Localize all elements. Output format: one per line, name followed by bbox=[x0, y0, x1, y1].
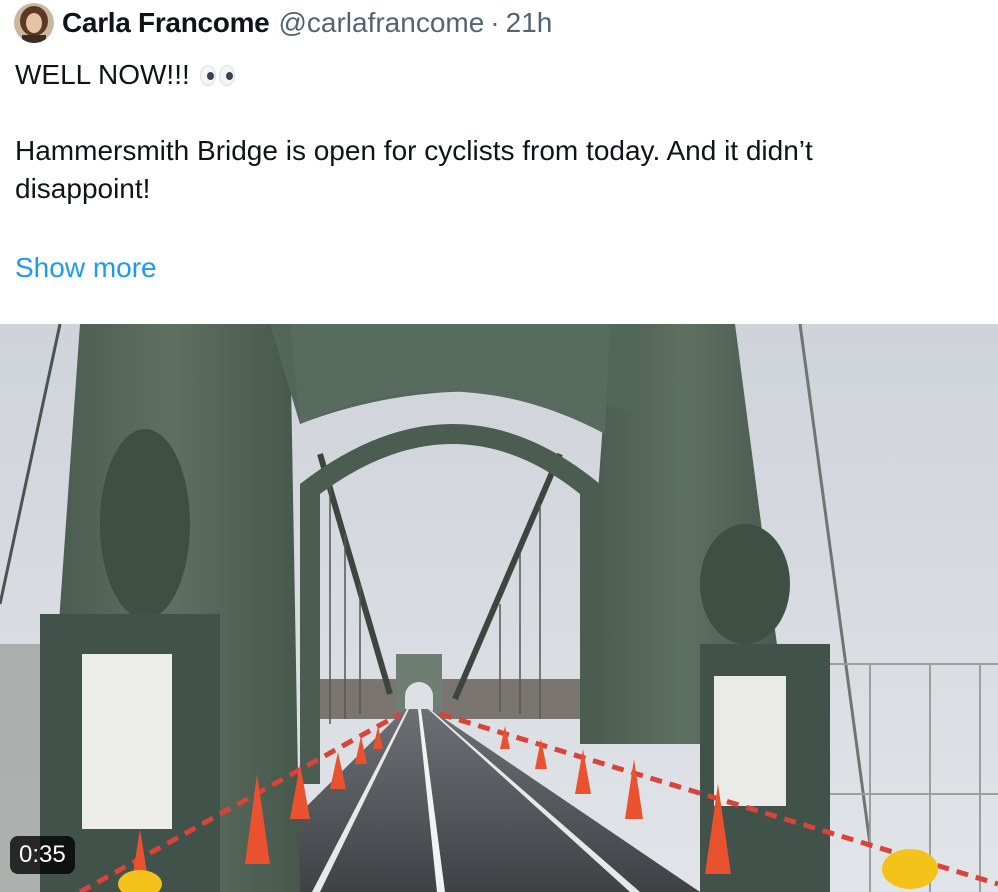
video-duration-badge: 0:35 bbox=[10, 836, 75, 874]
avatar-image bbox=[14, 3, 54, 43]
avatar[interactable] bbox=[14, 3, 54, 43]
author-handle[interactable]: @carlafrancome bbox=[278, 7, 484, 39]
author-display-name[interactable]: Carla Francome bbox=[62, 7, 270, 39]
tweet-timestamp[interactable]: 21h bbox=[506, 7, 553, 39]
show-more-link[interactable]: Show more bbox=[15, 252, 157, 284]
tweet[interactable]: Carla Francome @carlafrancome · 21h WELL… bbox=[0, 0, 998, 892]
tweet-headline: WELL NOW!!! bbox=[15, 59, 190, 90]
tweet-paragraph-line-1: Hammersmith Bridge is open for cyclists … bbox=[15, 135, 813, 166]
tweet-paragraph-line-2: disappoint! bbox=[15, 173, 151, 204]
eyes-icon bbox=[199, 64, 235, 86]
video-player[interactable]: 0:35 bbox=[0, 324, 998, 892]
tweet-text: WELL NOW!!! bbox=[15, 56, 975, 94]
tweet-header: Carla Francome @carlafrancome · 21h bbox=[14, 2, 552, 44]
tweet-headline-line: WELL NOW!!! bbox=[15, 56, 975, 94]
video-thumbnail bbox=[0, 324, 998, 892]
tweet-paragraph: Hammersmith Bridge is open for cyclists … bbox=[15, 132, 975, 208]
eye-right-icon bbox=[218, 64, 235, 86]
separator-dot: · bbox=[490, 7, 500, 38]
eye-left-icon bbox=[199, 64, 216, 86]
